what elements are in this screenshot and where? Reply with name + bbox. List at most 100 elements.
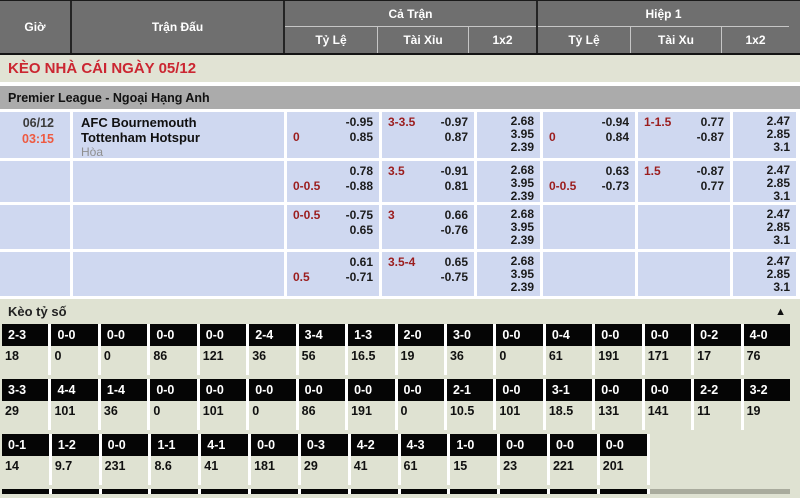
odds-value[interactable]: -0.75 xyxy=(441,270,468,285)
score-cell[interactable] xyxy=(301,489,348,494)
score-cell[interactable]: 2-1 xyxy=(447,379,493,401)
score-cell[interactable]: 2-2 xyxy=(694,379,740,401)
score-odds-value[interactable]: 29 xyxy=(301,456,348,485)
h1-overunder-cell[interactable] xyxy=(638,252,730,296)
score-cell[interactable]: 3-4 xyxy=(299,324,345,346)
odds-value[interactable]: 0.65 xyxy=(445,255,468,270)
score-odds-value[interactable]: 61 xyxy=(546,346,592,375)
odds-value[interactable]: 0.87 xyxy=(445,130,468,145)
odds-value[interactable]: 0.85 xyxy=(350,130,373,145)
odds-value[interactable]: -0.71 xyxy=(346,270,373,285)
ft-handicap-cell[interactable]: 0.780-0.5-0.88 xyxy=(287,161,379,202)
h1-1x2-cell[interactable]: 2.472.853.1 xyxy=(733,205,796,249)
handicap-value[interactable]: 1-1.5 xyxy=(644,115,671,130)
h1-1x2-cell[interactable]: 2.472.853.1 xyxy=(733,112,796,158)
handicap-value[interactable]: 0-0.5 xyxy=(549,179,576,194)
score-cell[interactable] xyxy=(500,489,547,494)
score-odds-value[interactable]: 231 xyxy=(102,456,149,485)
score-odds-value[interactable]: 101 xyxy=(51,401,97,430)
handicap-value[interactable]: 3.5-4 xyxy=(388,255,415,270)
odds-value[interactable]: 2.39 xyxy=(477,234,540,247)
ft-1x2-cell[interactable]: 2.683.952.39 xyxy=(477,112,540,158)
handicap-value[interactable]: 0 xyxy=(293,130,300,145)
handicap-value[interactable]: 0.5 xyxy=(293,270,310,285)
ft-handicap-cell[interactable]: -0.95 0 0.85 xyxy=(287,112,379,158)
score-cell[interactable]: 3-3 xyxy=(2,379,48,401)
h1-overunder-cell[interactable] xyxy=(638,205,730,249)
score-odds-value[interactable]: 8.6 xyxy=(151,456,198,485)
odds-value[interactable]: -0.87 xyxy=(697,130,724,145)
score-odds-value[interactable]: 18.5 xyxy=(546,401,592,430)
score-cell[interactable]: 0-0 xyxy=(595,379,641,401)
score-odds-value[interactable]: 101 xyxy=(496,401,542,430)
score-cell[interactable]: 0-0 xyxy=(600,434,647,456)
odds-value[interactable]: 3.1 xyxy=(733,281,796,294)
score-cell[interactable]: 3-1 xyxy=(546,379,592,401)
score-cell[interactable]: 0-0 xyxy=(200,324,246,346)
score-cell[interactable]: 1-3 xyxy=(348,324,394,346)
league-section-header[interactable]: Premier League - Ngoại Hạng Anh xyxy=(0,86,800,109)
score-cell[interactable] xyxy=(251,489,298,494)
score-odds-value[interactable]: 36 xyxy=(447,346,493,375)
odds-value[interactable]: 3.1 xyxy=(733,234,796,247)
h1-1x2-cell[interactable]: 2.472.853.1 xyxy=(733,252,796,296)
score-cell[interactable]: 0-0 xyxy=(550,434,597,456)
score-odds-value[interactable]: 141 xyxy=(645,401,691,430)
score-odds-value[interactable]: 15 xyxy=(450,456,497,485)
odds-value[interactable]: 0.84 xyxy=(606,130,629,145)
score-cell[interactable]: 0-3 xyxy=(301,434,348,456)
handicap-value[interactable]: 0-0.5 xyxy=(293,208,320,223)
odds-value[interactable]: -0.95 xyxy=(346,115,373,130)
score-cell[interactable]: 0-0 xyxy=(101,324,147,346)
score-odds-value[interactable]: 0 xyxy=(398,401,444,430)
ft-1x2-cell[interactable]: 2.683.952.39 xyxy=(477,205,540,249)
score-odds-value[interactable]: 18 xyxy=(2,346,48,375)
score-cell[interactable] xyxy=(550,489,597,494)
score-cell[interactable]: 0-0 xyxy=(251,434,298,456)
score-cell[interactable]: 0-0 xyxy=(496,379,542,401)
score-odds-value[interactable]: 41 xyxy=(351,456,398,485)
ft-handicap-cell[interactable]: 0.610.5-0.71 xyxy=(287,252,379,296)
score-cell[interactable]: 4-3 xyxy=(401,434,448,456)
score-cell[interactable]: 0-1 xyxy=(2,434,49,456)
score-cell[interactable]: 0-0 xyxy=(299,379,345,401)
score-odds-value[interactable]: 0 xyxy=(101,346,147,375)
ft-overunder-cell[interactable]: 3.5-4 0.65-0.75 xyxy=(382,252,474,296)
score-odds-value[interactable]: 14 xyxy=(2,456,49,485)
odds-value[interactable]: -0.76 xyxy=(441,223,468,238)
ft-1x2-cell[interactable]: 2.683.952.39 xyxy=(477,161,540,202)
score-cell[interactable]: 0-0 xyxy=(150,379,196,401)
score-odds-value[interactable]: 9.7 xyxy=(52,456,99,485)
score-cell[interactable]: 4-0 xyxy=(744,324,790,346)
h1-handicap-cell[interactable] xyxy=(543,252,635,296)
handicap-value[interactable]: 3-3.5 xyxy=(388,115,415,130)
score-odds-value[interactable]: 181 xyxy=(251,456,298,485)
score-cell[interactable]: 1-1 xyxy=(151,434,198,456)
odds-value[interactable]: 0.66 xyxy=(445,208,468,223)
score-odds-value[interactable]: 201 xyxy=(600,456,647,485)
odds-value[interactable]: -0.97 xyxy=(441,115,468,130)
ft-1x2-cell[interactable]: 2.683.952.39 xyxy=(477,252,540,296)
score-cell[interactable]: 4-1 xyxy=(201,434,248,456)
score-odds-value[interactable]: 86 xyxy=(299,401,345,430)
score-cell[interactable] xyxy=(450,489,497,494)
score-cell[interactable]: 0-0 xyxy=(496,324,542,346)
odds-value[interactable]: -0.94 xyxy=(602,115,629,130)
score-cell[interactable]: 0-0 xyxy=(398,379,444,401)
score-odds-value[interactable]: 121 xyxy=(200,346,246,375)
odds-value[interactable]: -0.75 xyxy=(346,208,373,223)
ft-overunder-cell[interactable]: 30.66-0.76 xyxy=(382,205,474,249)
ft-overunder-cell[interactable]: 3.5-0.910.81 xyxy=(382,161,474,202)
score-odds-value[interactable]: 191 xyxy=(348,401,394,430)
odds-value[interactable]: 0.77 xyxy=(701,179,724,194)
handicap-value[interactable]: 3.5 xyxy=(388,164,405,179)
h1-handicap-cell[interactable]: 0.630-0.5-0.73 xyxy=(543,161,635,202)
score-cell[interactable]: 3-2 xyxy=(744,379,790,401)
score-cell[interactable]: 0-0 xyxy=(348,379,394,401)
score-cell[interactable] xyxy=(401,489,448,494)
score-cell[interactable] xyxy=(600,489,647,494)
score-odds-value[interactable]: 36 xyxy=(249,346,295,375)
score-cell[interactable]: 4-2 xyxy=(351,434,398,456)
odds-value[interactable]: -0.88 xyxy=(346,179,373,194)
score-odds-value[interactable]: 221 xyxy=(550,456,597,485)
